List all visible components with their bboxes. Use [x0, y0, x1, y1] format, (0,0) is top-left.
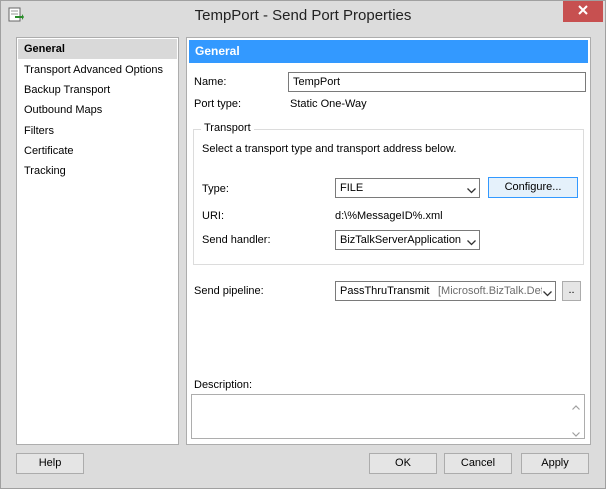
chevron-down-icon: [467, 237, 476, 246]
ok-button[interactable]: OK: [369, 453, 437, 474]
nav-item-general[interactable]: General: [18, 39, 177, 59]
general-panel: General Name: Port type: Static One-Way …: [186, 37, 591, 445]
nav-item-certificate[interactable]: Certificate: [18, 141, 177, 161]
send-handler-value: BizTalkServerApplication: [340, 234, 462, 246]
apply-button[interactable]: Apply: [521, 453, 589, 474]
transport-type-dropdown[interactable]: FILE: [335, 178, 480, 198]
send-pipeline-label: Send pipeline:: [194, 285, 264, 297]
uri-label: URI:: [202, 210, 224, 222]
nav-item-transport-advanced-options[interactable]: Transport Advanced Options: [18, 60, 177, 80]
cancel-button[interactable]: Cancel: [444, 453, 512, 474]
nav-item-filters[interactable]: Filters: [18, 121, 177, 141]
configure-button[interactable]: Configure...: [488, 177, 578, 198]
description-label: Description:: [194, 379, 253, 391]
uri-value: d:\%MessageID%.xml: [335, 210, 443, 222]
chevron-down-icon: [543, 288, 552, 297]
settings-nav-list: General Transport Advanced Options Backu…: [16, 37, 179, 445]
nav-item-outbound-maps[interactable]: Outbound Maps: [18, 100, 177, 120]
panel-header: General: [189, 40, 588, 63]
send-port-properties-dialog: TempPort - Send Port Properties General …: [0, 0, 606, 489]
scroll-down-icon[interactable]: [572, 428, 580, 437]
window-title: TempPort - Send Port Properties: [194, 7, 412, 24]
description-scrollbar[interactable]: [568, 395, 584, 438]
name-label: Name:: [194, 76, 227, 88]
send-pipeline-name: PassThruTransmit: [340, 285, 430, 297]
close-button[interactable]: [563, 1, 603, 22]
description-textarea[interactable]: [191, 394, 585, 439]
send-pipeline-dropdown[interactable]: PassThruTransmit [Microsoft.BizTalk.Defa: [335, 281, 556, 301]
help-button[interactable]: Help: [16, 453, 84, 474]
port-type-label: Port type:: [194, 98, 242, 110]
transport-instruction: Select a transport type and transport ad…: [202, 143, 457, 155]
close-icon: [577, 4, 589, 19]
send-handler-dropdown[interactable]: BizTalkServerApplication: [335, 230, 480, 250]
send-pipeline-type: [Microsoft.BizTalk.Defa: [438, 285, 542, 297]
port-type-value: Static One-Way: [290, 98, 367, 110]
transport-group: Transport Select a transport type and tr…: [193, 122, 584, 265]
send-handler-label: Send handler:: [202, 234, 271, 246]
type-label: Type:: [202, 183, 229, 195]
scroll-up-icon[interactable]: [572, 401, 580, 410]
chevron-down-icon: [467, 185, 476, 194]
nav-item-tracking[interactable]: Tracking: [18, 161, 177, 181]
transport-type-value: FILE: [340, 182, 364, 194]
nav-item-backup-transport[interactable]: Backup Transport: [18, 80, 177, 100]
transport-group-title: Transport: [201, 122, 254, 134]
name-input[interactable]: [288, 72, 586, 92]
pipeline-browse-button[interactable]: ..: [562, 281, 581, 301]
title-bar: TempPort - Send Port Properties: [1, 1, 605, 30]
